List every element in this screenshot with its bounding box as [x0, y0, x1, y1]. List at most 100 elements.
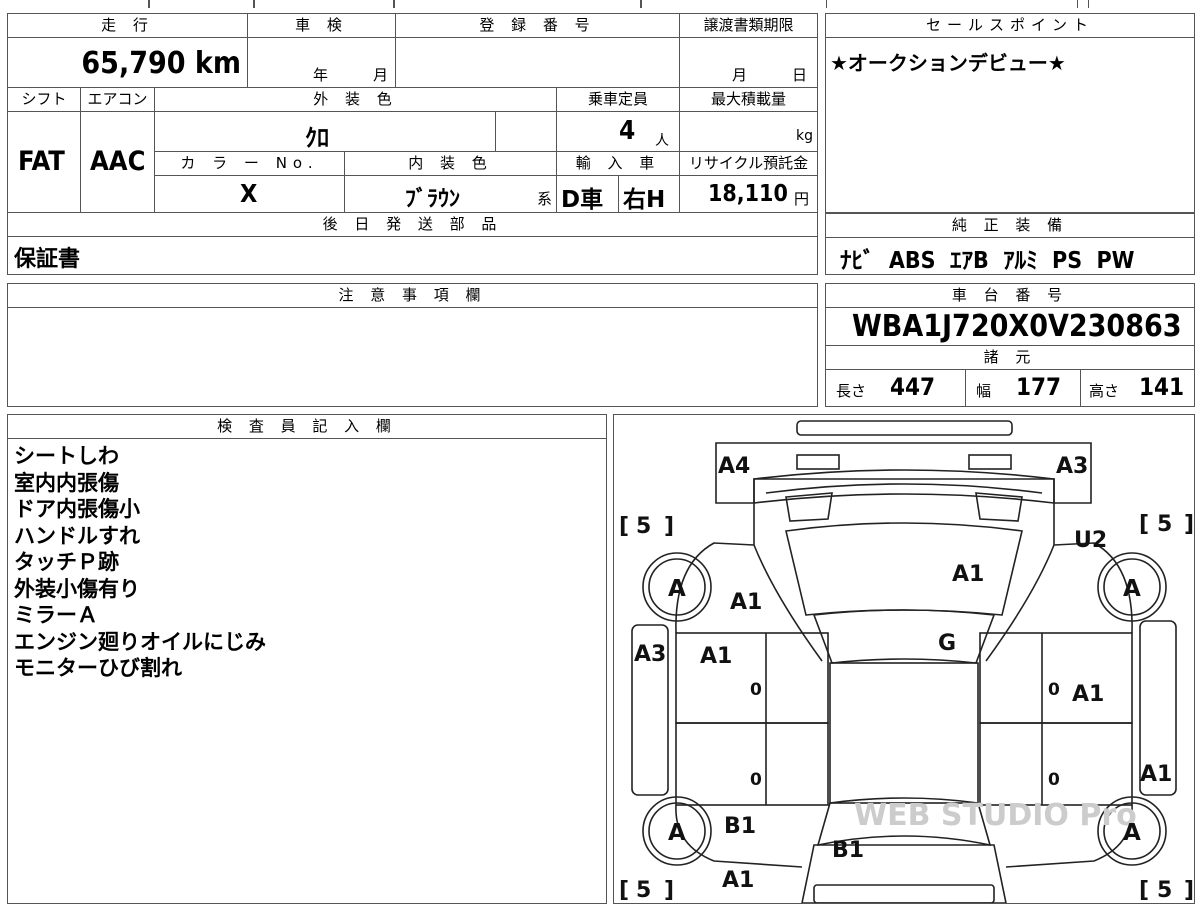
right-a-pillar: [985, 503, 1055, 662]
later-parts-text: 保証書: [14, 247, 81, 272]
shift-label: シフト: [8, 88, 81, 112]
mark-a3-top: A3: [1056, 454, 1088, 479]
left-a-pillar: [753, 503, 823, 662]
left-front-door: [675, 632, 829, 724]
handle-cell: 右H: [619, 176, 680, 213]
rear-bumper: [813, 884, 995, 903]
capacity-cell: 4 人: [557, 112, 680, 152]
damage-diagram-section: WEB STUDIO Pro [ ] 5 [ ] 5 [ ] 5 [ ] 5 A…: [613, 414, 1195, 904]
hood-line: [765, 483, 1043, 494]
notes-section: 注 意 事 項 欄: [7, 283, 818, 407]
color-no-label: カ ラ ー No.: [155, 152, 345, 176]
chassis-label: 車 台 番 号: [826, 284, 1194, 308]
shift-value: FAT: [18, 146, 65, 177]
tire-label-rear-left: A: [668, 820, 686, 846]
mark-left-door-a1: A1: [700, 644, 732, 669]
registration-cell: [396, 38, 680, 88]
specs-label: 諸 元: [826, 346, 1194, 370]
shift-cell: FAT: [8, 112, 81, 212]
chassis-cell: WBA1J720X0V230863: [826, 308, 1194, 346]
exterior-color-value: ｸﾛ: [305, 124, 329, 152]
width-cell: 幅 177: [966, 370, 1081, 406]
tire-depth-front-left: 5: [636, 514, 651, 539]
inspector-item: ハンドルすれ: [14, 523, 140, 548]
tire-depth-bracket: ]: [1184, 512, 1194, 537]
mark-trunk-b1: B1: [832, 838, 864, 863]
shaken-month-unit: 月: [373, 66, 389, 84]
color-no-cell: X: [155, 176, 345, 212]
capacity-unit: 人: [655, 133, 669, 149]
left-headlight: [796, 454, 840, 470]
max-load-label: 最大積載量: [680, 88, 817, 112]
inspector-item: ドア内張傷小: [14, 497, 140, 521]
tire-depth-bracket: [: [1139, 512, 1149, 537]
transfer-month-unit: 月: [732, 66, 748, 84]
exterior-color-label: 外 装 色: [155, 88, 557, 112]
tire-depth-bracket: ]: [1184, 878, 1194, 903]
right-headlight: [968, 454, 1012, 470]
left-rear-door: [675, 722, 829, 806]
inspector-label: 検 査 員 記 入 欄: [8, 415, 606, 439]
recycle-label: リサイクル預託金: [680, 152, 817, 176]
import-label: 輸 入 車: [557, 152, 680, 176]
transfer-cell: 月 日: [680, 38, 817, 88]
shaken-year-unit: 年: [313, 66, 329, 84]
chassis-section: 車 台 番 号 WBA1J720X0V230863 諸 元 長さ 447 幅 1…: [825, 283, 1195, 407]
shaken-cell: 年 月: [248, 38, 396, 88]
inspector-item: 外装小傷有り: [14, 576, 140, 601]
width-label: 幅: [976, 382, 992, 400]
right-front-door: [979, 632, 1133, 724]
mark-left-side-a3: A3: [634, 642, 666, 667]
hood-edge: [753, 469, 1055, 504]
mark-right-door-a1: A1: [1072, 682, 1104, 707]
roof: [829, 662, 979, 804]
tire-label-front-left: A: [668, 576, 686, 602]
mark-hood-a1: A1: [952, 562, 984, 587]
tire-label-front-right: A: [1123, 576, 1141, 602]
right-rear-door: [979, 722, 1133, 806]
import-value: D車: [561, 187, 604, 213]
later-parts-section: 後 日 発 送 部 品 保証書: [7, 213, 818, 275]
transfer-deadline-label: 譲渡書類期限: [680, 14, 817, 38]
roof-front: [812, 609, 996, 664]
max-load-cell: kg: [680, 112, 817, 152]
mark-rear-left-b1: B1: [724, 814, 756, 839]
mark-roof-g: G: [938, 631, 956, 656]
tire-depth-bracket: [: [1139, 878, 1149, 903]
height-cell: 高さ 141: [1081, 370, 1194, 406]
chassis-number: WBA1J720X0V230863: [852, 309, 1182, 344]
capacity-label: 乗車定員: [557, 88, 680, 112]
tire-depth-bracket: [: [619, 514, 629, 539]
inspector-item: 室内内張傷: [14, 470, 119, 495]
interior-color-suffix: 系: [537, 190, 553, 208]
later-parts-label: 後 日 発 送 部 品: [8, 213, 817, 237]
tire-depth-rear-left: 5: [636, 878, 651, 903]
length-cell: 長さ 447: [826, 370, 966, 406]
interior-color-label: 内 装 色: [345, 152, 557, 176]
height-value: 141: [1139, 373, 1185, 401]
inspector-section: 検 査 員 記 入 欄 シートしわ 室内内張傷 ドア内張傷小 ハンドルすれ タッ…: [7, 414, 607, 904]
capacity-value: 4: [619, 116, 636, 146]
tire-depth-bracket: ]: [664, 514, 674, 539]
door-mark-left-rear: 0: [750, 770, 762, 790]
genuine-equipment-section: 純 正 装 備 ﾅﾋﾞ ABS ｴｱB ｱﾙﾐ PS PW: [825, 213, 1195, 275]
transfer-day-unit: 日: [792, 66, 808, 84]
aircon-cell: AAC: [81, 112, 155, 212]
color-no-value: X: [240, 179, 258, 208]
tire-depth-bracket: ]: [664, 878, 674, 903]
mark-u2: U2: [1074, 528, 1107, 553]
inspector-item: タッチＰ跡: [14, 550, 119, 574]
top-strip: [8, 0, 1195, 8]
interior-color-cell: ﾌﾞﾗｳﾝ 系: [345, 176, 557, 212]
tire-label-rear-right: A: [1123, 820, 1141, 846]
mark-rear-left-a1: A1: [722, 868, 754, 893]
aircon-label: エアコン: [81, 88, 155, 112]
notes-label: 注 意 事 項 欄: [8, 284, 817, 308]
mileage-label: 走 行: [8, 14, 248, 38]
mark-a4: A4: [718, 454, 750, 479]
recycle-cell: 18,110 円: [680, 176, 817, 212]
inspector-item: シートしわ: [14, 444, 119, 468]
sales-point-label: セールスポイント: [826, 14, 1194, 38]
handle-value: 右H: [623, 187, 666, 213]
registration-label: 登 録 番 号: [396, 14, 680, 38]
